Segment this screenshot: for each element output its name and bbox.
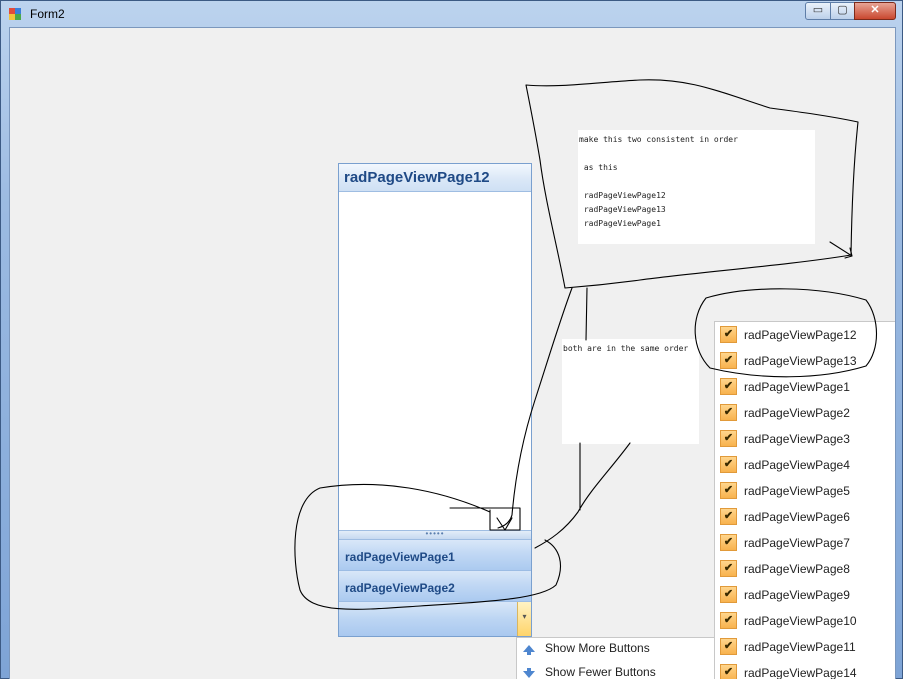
menu-item-radpageviewpage10[interactable]: ✔ radPageViewPage10 xyxy=(715,608,895,634)
minimize-button[interactable]: ▭ xyxy=(805,2,831,20)
menu-item-label: Show Fewer Buttons xyxy=(545,665,656,679)
menu-item-label: radPageViewPage6 xyxy=(744,510,850,524)
app-icon[interactable] xyxy=(9,8,21,20)
note-line: radPageViewPage1 xyxy=(579,219,661,228)
annotation-note-same-order: both are in the same order xyxy=(562,339,699,444)
note-line: both are in the same order xyxy=(563,344,689,353)
checkmark-icon: ✔ xyxy=(720,456,737,473)
menu-item-radpageviewpage11[interactable]: ✔ radPageViewPage11 xyxy=(715,634,895,660)
menu-item-radpageviewpage13[interactable]: ✔ radPageViewPage13 xyxy=(715,348,895,374)
checkmark-icon: ✔ xyxy=(720,664,737,679)
checkmark-icon: ✔ xyxy=(720,378,737,395)
note-line xyxy=(579,147,815,161)
menu-item-label: radPageViewPage12 xyxy=(744,328,857,342)
menu-item-radpageviewpage6[interactable]: ✔ radPageViewPage6 xyxy=(715,504,895,530)
checkmark-icon: ✔ xyxy=(720,508,737,525)
app-window: Form2 ▭ ▢ ✕ radPageViewPage12 ••••• radP… xyxy=(0,0,903,679)
page-view-header: radPageViewPage12 xyxy=(339,164,531,192)
checkmark-icon: ✔ xyxy=(720,534,737,551)
menu-item-label: radPageViewPage14 xyxy=(744,666,857,679)
menu-item-label: radPageViewPage7 xyxy=(744,536,850,550)
page-view-content xyxy=(339,192,531,530)
checkmark-icon: ✔ xyxy=(720,326,737,343)
note-line: make this two consistent in order xyxy=(579,135,738,144)
menu-item-radpageviewpage14[interactable]: ✔ radPageViewPage14 xyxy=(715,660,895,679)
menu-item-label: radPageViewPage11 xyxy=(744,640,856,654)
menu-item-radpageviewpage3[interactable]: ✔ radPageViewPage3 xyxy=(715,426,895,452)
checkmark-icon: ✔ xyxy=(720,638,737,655)
menu-item-radpageviewpage8[interactable]: ✔ radPageViewPage8 xyxy=(715,556,895,582)
menu-item-label: Show More Buttons xyxy=(545,641,650,655)
menu-item-radpageviewpage5[interactable]: ✔ radPageViewPage5 xyxy=(715,478,895,504)
checkmark-icon: ✔ xyxy=(720,560,737,577)
overflow-popup-menu: Show More Buttons Show Fewer Buttons xyxy=(516,637,726,679)
show-fewer-buttons-item[interactable]: Show Fewer Buttons xyxy=(517,662,725,679)
page-view-overflow-strip: ▾ xyxy=(339,602,531,636)
note-line: as this xyxy=(579,163,618,172)
checkmark-icon: ✔ xyxy=(720,482,737,499)
form-client-area: radPageViewPage12 ••••• radPageViewPage1… xyxy=(9,27,896,679)
menu-item-label: radPageViewPage8 xyxy=(744,562,850,576)
checkmark-icon: ✔ xyxy=(720,404,737,421)
menu-item-label: radPageViewPage1 xyxy=(744,380,850,394)
menu-item-radpageviewpage12[interactable]: ✔ radPageViewPage12 xyxy=(715,322,895,348)
window-title: Form2 xyxy=(30,7,65,21)
menu-item-label: radPageViewPage3 xyxy=(744,432,850,446)
checkmark-icon: ✔ xyxy=(720,430,737,447)
menu-item-label: radPageViewPage9 xyxy=(744,588,850,602)
arrow-up-icon xyxy=(523,645,535,655)
close-button[interactable]: ✕ xyxy=(854,2,896,20)
menu-item-radpageviewpage4[interactable]: ✔ radPageViewPage4 xyxy=(715,452,895,478)
note-line: radPageViewPage12 xyxy=(579,191,666,200)
page-visibility-menu: ✔ radPageViewPage12 ✔ radPageViewPage13 ✔ r… xyxy=(714,321,895,679)
menu-item-radpageviewpage7[interactable]: ✔ radPageViewPage7 xyxy=(715,530,895,556)
checkmark-icon: ✔ xyxy=(720,612,737,629)
arrow-down-icon xyxy=(523,668,535,678)
menu-item-radpageviewpage9[interactable]: ✔ radPageViewPage9 xyxy=(715,582,895,608)
menu-item-label: radPageViewPage4 xyxy=(744,458,850,472)
rad-page-view: radPageViewPage12 ••••• radPageViewPage1… xyxy=(338,163,532,637)
note-line: radPageViewPage13 xyxy=(579,205,666,214)
page-view-splitter[interactable]: ••••• xyxy=(339,530,531,540)
overflow-dropdown-button[interactable]: ▾ xyxy=(517,602,531,636)
menu-item-radpageviewpage2[interactable]: ✔ radPageViewPage2 xyxy=(715,400,895,426)
annotation-note-order: make this two consistent in order as thi… xyxy=(578,130,815,244)
show-more-buttons-item[interactable]: Show More Buttons xyxy=(517,638,725,662)
menu-item-label: radPageViewPage10 xyxy=(744,614,857,628)
maximize-button[interactable]: ▢ xyxy=(830,2,855,20)
menu-item-label: radPageViewPage5 xyxy=(744,484,850,498)
title-bar[interactable]: Form2 ▭ ▢ ✕ xyxy=(1,1,902,27)
page-item-radpageviewpage1[interactable]: radPageViewPage1 xyxy=(339,540,531,571)
page-item-radpageviewpage2[interactable]: radPageViewPage2 xyxy=(339,571,531,602)
checkmark-icon: ✔ xyxy=(720,586,737,603)
checkmark-icon: ✔ xyxy=(720,352,737,369)
menu-item-radpageviewpage1[interactable]: ✔ radPageViewPage1 xyxy=(715,374,895,400)
menu-item-label: radPageViewPage2 xyxy=(744,406,850,420)
note-line xyxy=(579,175,815,189)
menu-item-label: radPageViewPage13 xyxy=(744,354,857,368)
